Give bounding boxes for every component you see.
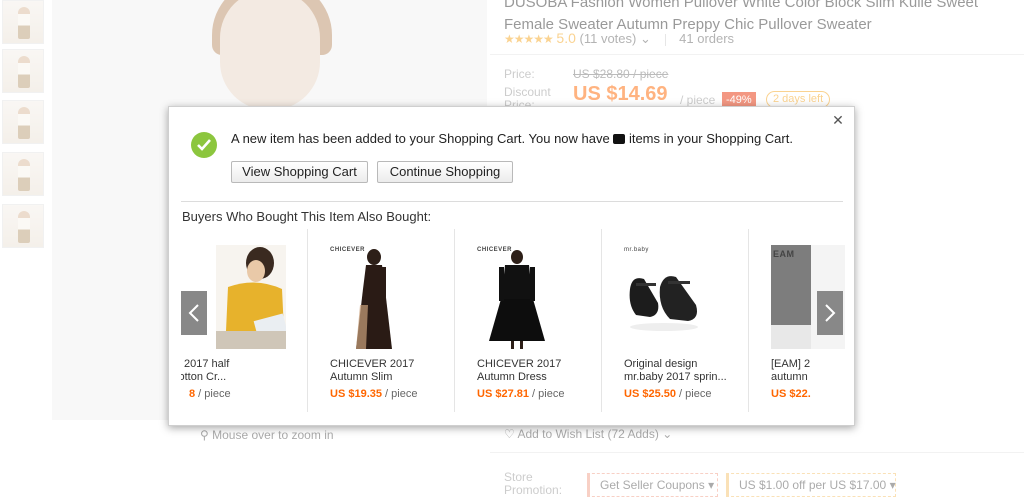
added-to-cart-dialog: ✕ A new item has been added to your Shop… [168, 106, 855, 426]
product-name-line1: CHICEVER 2017 [477, 358, 562, 370]
brand-logo-text: CHICEVER [330, 247, 366, 253]
product-card[interactable]: CHICEVER CHICEVER 2017 Autumn Dress US $… [455, 229, 602, 412]
product-image[interactable]: CHICEVER [477, 245, 557, 349]
product-image[interactable]: mr.baby [624, 245, 704, 349]
chevron-right-icon [825, 304, 836, 322]
product-card[interactable]: CHICEVER CHICEVER 2017 Autumn Slim US $1… [308, 229, 455, 412]
brand-logo-text: EAM [773, 249, 795, 259]
message-text-end: items in your Shopping Cart. [625, 131, 793, 146]
product-price: US $19.35 [330, 388, 382, 400]
product-price: US $27.81 [477, 388, 529, 400]
continue-shopping-button[interactable]: Continue Shopping [377, 161, 513, 183]
product-image[interactable] [216, 245, 286, 349]
product-name-line1: [EAM] 2 [771, 358, 811, 370]
carousel-prev-button[interactable] [181, 291, 207, 335]
product-name-line1: CHICEVER 2017 [330, 358, 415, 370]
per-piece-label: / piece [528, 388, 565, 400]
divider [181, 201, 843, 202]
also-bought-heading: Buyers Who Bought This Item Also Bought: [182, 209, 432, 224]
product-price: US $22. [771, 388, 811, 400]
per-piece-label: / piece [381, 388, 418, 400]
brand-logo-text: mr.baby [624, 247, 649, 253]
brand-logo-text: CHICEVER [477, 247, 513, 253]
product-card[interactable]: mr.baby Original design mr.baby 2017 spr… [602, 229, 749, 412]
cart-count-redacted [613, 134, 626, 144]
product-name-line1: w 2017 half [181, 358, 230, 370]
view-shopping-cart-button[interactable]: View Shopping Cart [231, 161, 368, 183]
product-name-line2: cotton Cr... [181, 371, 227, 383]
cart-added-message: A new item has been added to your Shoppi… [231, 131, 793, 146]
product-name-line2: autumn [771, 371, 808, 383]
product-name-line2: Autumn Dress [477, 371, 547, 383]
product-name-line2: mr.baby 2017 sprin... [624, 371, 727, 383]
per-piece-label: / piece [675, 388, 712, 400]
product-name-line2: Autumn Slim [330, 371, 393, 383]
chevron-left-icon [188, 304, 199, 322]
per-piece-label: / piece [195, 388, 231, 400]
product-image[interactable]: CHICEVER [330, 245, 410, 349]
product-name-line1: Original design [624, 358, 698, 370]
close-icon[interactable]: ✕ [830, 112, 846, 128]
product-price: US $25.50 [624, 388, 676, 400]
checkmark-icon [191, 132, 217, 158]
message-text-start: A new item has been added to your Shoppi… [231, 131, 614, 146]
carousel-next-button[interactable] [817, 291, 843, 335]
also-bought-carousel: w 2017 half cotton Cr... 8 / piece CHICE… [181, 229, 845, 415]
